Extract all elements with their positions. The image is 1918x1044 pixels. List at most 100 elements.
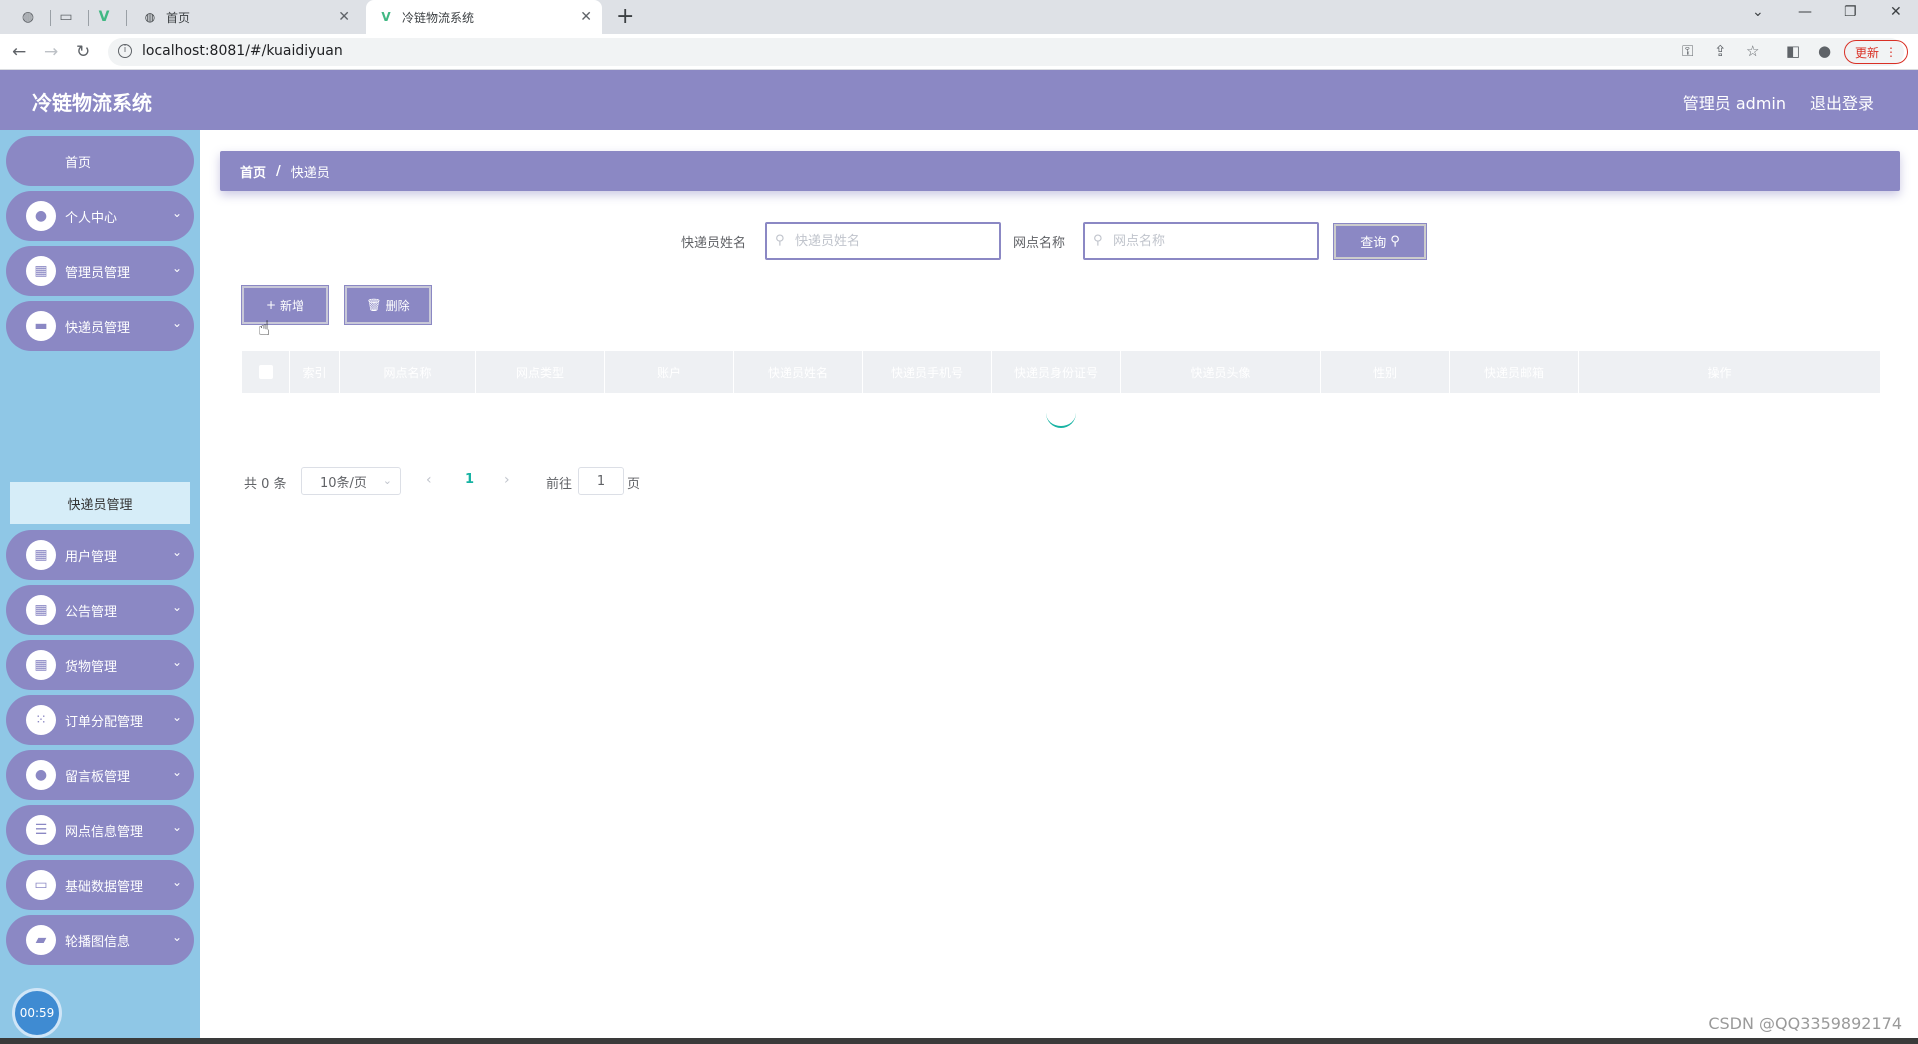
- sidebar-item-label: 用户管理: [65, 550, 118, 565]
- tab-divider: [126, 10, 127, 26]
- browser-tab-home[interactable]: ◍ 首页 ✕: [130, 0, 360, 34]
- logout-link[interactable]: 退出登录: [1810, 90, 1874, 114]
- app-header: 冷链物流系统 管理员 admin 退出登录: [0, 70, 1918, 130]
- forward-icon[interactable]: →: [44, 42, 58, 62]
- column-header: 快递员姓名: [734, 351, 863, 393]
- column-header: 性别: [1321, 351, 1450, 393]
- sidebar-item-label: 基础数据管理: [65, 880, 144, 895]
- sidebar-item-carousel[interactable]: ▰ 轮播图信息 ⌄: [6, 915, 194, 965]
- delete-button-label: 删除: [385, 298, 410, 313]
- session-timer: 00:59: [12, 988, 62, 1038]
- side-panel-icon[interactable]: ◧: [1786, 42, 1800, 60]
- chevron-down-icon: ⌄: [171, 655, 182, 669]
- reload-icon[interactable]: ↻: [76, 42, 90, 62]
- courier-icon: ▬: [26, 311, 56, 341]
- site-name-label: 网点名称: [1013, 236, 1066, 251]
- minimize-icon[interactable]: —: [1798, 4, 1812, 20]
- courier-name-label: 快递员姓名: [681, 236, 747, 251]
- sidebar-item-personal-center[interactable]: ● 个人中心 ⌄: [6, 191, 194, 241]
- app-title: 冷链物流系统: [32, 91, 152, 115]
- page-size-value: 10条/页: [320, 475, 367, 491]
- chevron-down-icon: ⌄: [171, 261, 182, 275]
- sidebar-item-order-assignment[interactable]: ⁙ 订单分配管理 ⌄: [6, 695, 194, 745]
- trash-icon: 🗑: [366, 298, 382, 312]
- back-icon[interactable]: ←: [12, 42, 26, 62]
- browser-update-button[interactable]: 更新 ⋮: [1844, 40, 1908, 64]
- current-user: 管理员 admin: [1682, 94, 1786, 113]
- courier-name-input[interactable]: [795, 232, 991, 250]
- goto-page-input[interactable]: 1: [578, 467, 624, 495]
- search-icon: ⚲: [1390, 234, 1400, 249]
- column-header: 操作: [1707, 365, 1732, 380]
- vue-logo-icon[interactable]: V: [94, 7, 114, 27]
- grid-icon: ▦: [26, 256, 56, 286]
- column-header: 快递员头像: [1121, 351, 1321, 393]
- site-name-input[interactable]: [1113, 232, 1309, 250]
- sidebar-item-label: 订单分配管理: [65, 715, 144, 730]
- courier-name-field[interactable]: ⚲: [765, 222, 1001, 260]
- select-all-checkbox[interactable]: [258, 365, 273, 379]
- sidebar-item-courier-management[interactable]: ▬ 快递员管理 ⌄: [6, 301, 194, 351]
- submenu-item-courier-management[interactable]: 快递员管理: [10, 482, 190, 524]
- add-button[interactable]: + 新增: [241, 285, 329, 325]
- site-info-icon[interactable]: i: [118, 44, 132, 58]
- breadcrumb-separator: /: [276, 163, 281, 179]
- breadcrumb-home[interactable]: 首页: [240, 162, 266, 181]
- profile-icon[interactable]: ●: [1818, 42, 1831, 60]
- chevron-down-icon: ⌄: [382, 474, 392, 487]
- site-name-field[interactable]: ⚲: [1083, 222, 1319, 260]
- sidebar-item-message-board[interactable]: ● 留言板管理 ⌄: [6, 750, 194, 800]
- user-icon: ●: [26, 760, 56, 790]
- pagination-total: 共 0 条: [244, 476, 287, 492]
- sidebar-item-goods-management[interactable]: ▦ 货物管理 ⌄: [6, 640, 194, 690]
- column-header: 快递员手机号: [863, 351, 992, 393]
- blank-page-icon[interactable]: ▭: [56, 7, 76, 27]
- tab-search-icon[interactable]: ⌄: [1752, 4, 1764, 20]
- new-tab-icon[interactable]: +: [616, 4, 634, 29]
- page-number-current[interactable]: 1: [465, 472, 474, 487]
- globe-icon: ◍: [144, 10, 156, 24]
- sidebar-item-site-info[interactable]: ☰ 网点信息管理 ⌄: [6, 805, 194, 855]
- taskbar-strip: [0, 1038, 1918, 1044]
- grid-icon: ▦: [26, 595, 56, 625]
- sidebar: 首页 ● 个人中心 ⌄ ▦ 管理员管理 ⌄ ▬ 快递员管理 ⌄ 快递员管理 ▦ …: [0, 130, 200, 1044]
- breadcrumb: 首页 / 快递员: [220, 151, 1900, 191]
- query-button[interactable]: 查询 ⚲: [1333, 223, 1427, 260]
- sidebar-item-label: 首页: [65, 156, 92, 171]
- sidebar-item-basic-data[interactable]: ▭ 基础数据管理 ⌄: [6, 860, 194, 910]
- column-header: 网点名称: [340, 351, 476, 393]
- select-all-cell: [242, 351, 290, 393]
- add-button-label: 新增: [280, 298, 305, 313]
- search-icon: ⚲: [775, 233, 785, 248]
- sidebar-item-label: 轮播图信息: [65, 935, 131, 950]
- next-page-icon[interactable]: ›: [504, 472, 510, 488]
- share-icon[interactable]: ⇪: [1714, 42, 1727, 60]
- bookmark-star-icon[interactable]: ☆: [1746, 42, 1759, 60]
- sidebar-item-admin-management[interactable]: ▦ 管理员管理 ⌄: [6, 246, 194, 296]
- prev-page-icon[interactable]: ‹: [426, 472, 432, 488]
- grid-icon: ▦: [26, 540, 56, 570]
- close-icon[interactable]: ✕: [580, 9, 592, 25]
- url-text[interactable]: localhost:8081/#/kuaidiyuan: [142, 43, 343, 59]
- more-vert-icon: ⋮: [1885, 45, 1897, 59]
- delete-button[interactable]: 🗑 删除: [344, 285, 432, 325]
- column-header: 账户: [605, 351, 734, 393]
- sidebar-item-user-management[interactable]: ▦ 用户管理 ⌄: [6, 530, 194, 580]
- sidebar-item-home[interactable]: 首页: [6, 136, 194, 186]
- browser-tab-app[interactable]: V 冷链物流系统 ✕: [366, 0, 602, 34]
- sidebar-item-notice-management[interactable]: ▦ 公告管理 ⌄: [6, 585, 194, 635]
- window-close-icon[interactable]: ✕: [1890, 4, 1902, 20]
- globe-icon[interactable]: ◍: [18, 7, 38, 27]
- close-icon[interactable]: ✕: [338, 9, 350, 25]
- sidebar-item-label: 管理员管理: [65, 266, 131, 281]
- omnibox[interactable]: i localhost:8081/#/kuaidiyuan: [108, 38, 1904, 66]
- restore-icon[interactable]: ❐: [1844, 4, 1857, 20]
- key-icon[interactable]: ⚿: [1682, 42, 1693, 60]
- page-size-select[interactable]: 10条/页 ⌄: [301, 467, 401, 495]
- goto-suffix: 页: [627, 476, 641, 492]
- sidebar-item-label: 留言板管理: [65, 770, 131, 785]
- watermark: CSDN @QQ3359892174: [1708, 1014, 1902, 1033]
- tab-title: 首页: [166, 10, 191, 25]
- column-header: 网点类型: [476, 351, 605, 393]
- apps-icon: ⁙: [26, 705, 56, 735]
